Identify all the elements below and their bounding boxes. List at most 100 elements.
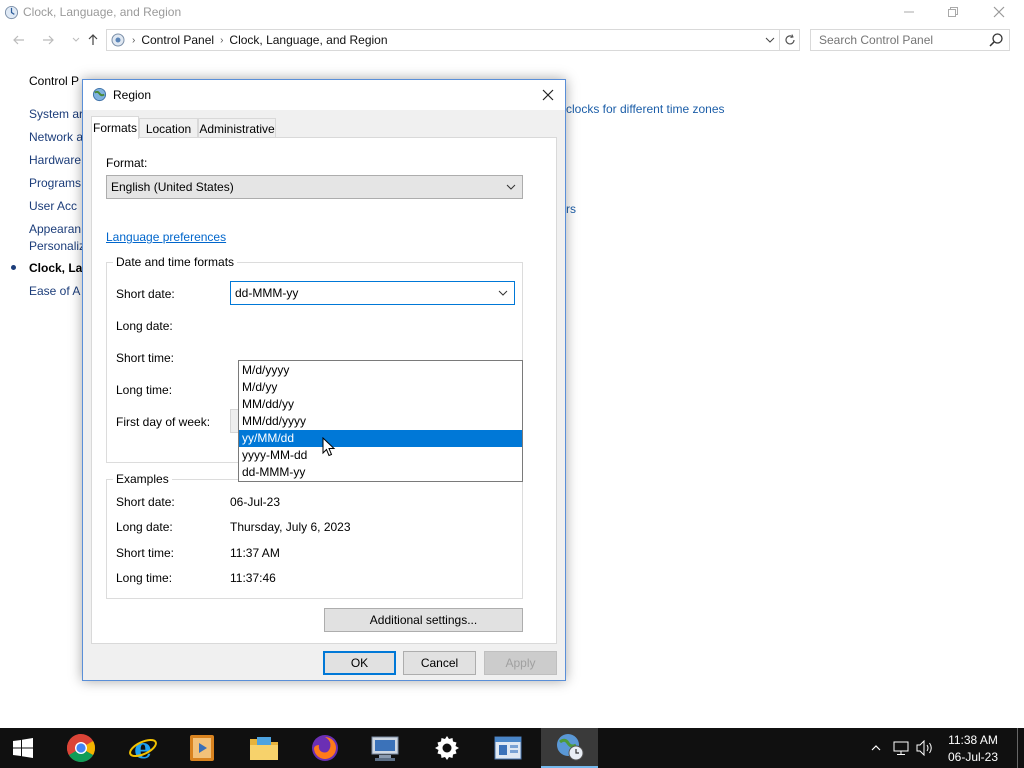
sidebar-item-appearance[interactable]: Appearan (29, 222, 81, 236)
example-long-time-label: Long time: (116, 571, 173, 585)
refresh-icon (784, 34, 795, 45)
window-title: Clock, Language, and Region (23, 5, 182, 19)
tray-volume[interactable] (914, 728, 936, 768)
short-date-value: dd-MMM-yy (235, 286, 299, 300)
dropdown-option-highlighted[interactable]: yy/MM/dd (239, 430, 522, 447)
format-value: English (United States) (111, 180, 234, 194)
tab-administrative[interactable]: Administrative (198, 118, 276, 138)
gear-icon (435, 736, 459, 760)
examples-title: Examples (113, 472, 172, 486)
dropdown-option[interactable]: MM/dd/yy (239, 396, 522, 413)
network-icon (893, 741, 909, 755)
sidebar-item-user-accounts[interactable]: User Acc (29, 199, 77, 213)
taskbar-settings[interactable] (423, 728, 471, 768)
format-select[interactable]: English (United States) (106, 175, 523, 199)
region-dialog: Region Formats Location Administrative F… (82, 79, 566, 681)
taskbar-network-app[interactable] (361, 728, 409, 768)
example-long-time-value: 11:37:46 (230, 571, 276, 585)
internet-explorer-icon: e (129, 733, 157, 763)
taskbar: e 11:38 AM 06-Jul-23 (0, 728, 1024, 768)
language-preferences-link[interactable]: Language preferences (106, 230, 226, 244)
breadcrumb-control-panel[interactable]: Control Panel (141, 33, 214, 47)
example-short-time-label: Short time: (116, 546, 175, 560)
dialog-close-button[interactable] (531, 80, 565, 110)
restore-button[interactable] (930, 0, 976, 24)
window-titlebar: Clock, Language, and Region (0, 0, 1024, 26)
minimize-button[interactable] (886, 0, 932, 24)
example-long-date-value: Thursday, July 6, 2023 (230, 520, 351, 534)
forward-button[interactable] (37, 30, 59, 50)
restore-icon (948, 7, 958, 17)
first-day-of-week-label: First day of week: (116, 415, 211, 429)
taskbar-clock[interactable]: 11:38 AM 06-Jul-23 (938, 732, 1008, 766)
apply-button[interactable]: Apply (484, 651, 557, 675)
short-date-label: Short date: (116, 287, 175, 301)
dropdown-option[interactable]: MM/dd/yyyy (239, 413, 522, 430)
start-button[interactable] (0, 728, 46, 768)
media-player-icon (190, 735, 214, 761)
chevron-up-icon (871, 745, 881, 751)
dialog-title: Region (113, 88, 152, 102)
sidebar-item-system[interactable]: System ar (29, 107, 83, 121)
close-button[interactable] (976, 0, 1022, 24)
up-button[interactable] (82, 30, 104, 50)
cancel-button[interactable]: Cancel (403, 651, 476, 675)
tab-location[interactable]: Location (139, 118, 198, 138)
arrow-up-icon (88, 34, 98, 45)
minimize-icon (904, 11, 914, 13)
ok-button[interactable]: OK (323, 651, 396, 675)
computer-network-icon (371, 736, 399, 761)
chevron-down-icon (498, 290, 508, 296)
tray-network[interactable] (890, 728, 912, 768)
dropdown-option[interactable]: M/d/yyyy (239, 362, 522, 379)
sidebar-item-home[interactable]: Control P (29, 74, 79, 88)
firefox-icon (312, 735, 338, 761)
sidebar-item-ease-of-access[interactable]: Ease of A (29, 284, 80, 298)
dropdown-option[interactable]: yyyy-MM-dd (239, 447, 522, 464)
short-time-label: Short time: (116, 351, 175, 365)
short-date-select[interactable]: dd-MMM-yy (230, 281, 515, 305)
sidebar-item-network[interactable]: Network a (29, 130, 83, 144)
address-box[interactable]: › Control Panel › Clock, Language, and R… (106, 29, 780, 51)
sidebar-item-hardware[interactable]: Hardware (29, 153, 81, 167)
search-input[interactable] (810, 29, 1010, 51)
dropdown-option[interactable]: dd-MMM-yy (239, 464, 522, 481)
refresh-button[interactable] (780, 29, 800, 51)
tray-overflow-button[interactable] (868, 728, 884, 768)
back-button[interactable] (8, 30, 30, 50)
address-bar: › Control Panel › Clock, Language, and R… (0, 28, 1024, 52)
sidebar-item-personalization[interactable]: Personaliz (29, 239, 85, 253)
taskbar-ie[interactable]: e (119, 728, 167, 768)
folder-icon (250, 737, 278, 760)
clock-date: 06-Jul-23 (947, 750, 999, 764)
search-icon[interactable] (988, 32, 1004, 48)
control-panel-icon (111, 33, 125, 47)
show-desktop-button[interactable] (1017, 728, 1018, 768)
taskbar-file-explorer[interactable] (240, 728, 288, 768)
format-label: Format: (106, 156, 148, 170)
control-panel-icon (4, 5, 19, 20)
link-partial[interactable]: rs (566, 202, 576, 216)
close-icon (993, 6, 1005, 18)
example-short-time-value: 11:37 AM (230, 546, 280, 560)
chevron-down-icon[interactable] (765, 35, 775, 45)
chrome-icon (67, 734, 95, 762)
additional-settings-button[interactable]: Additional settings... (324, 608, 523, 632)
taskbar-control-panel[interactable] (484, 728, 532, 768)
examples-group: Examples Short date: 06-Jul-23 Long date… (106, 472, 523, 599)
chevron-right-icon: › (220, 34, 224, 46)
sidebar-item-programs[interactable]: Programs (29, 176, 81, 190)
taskbar-firefox[interactable] (301, 728, 349, 768)
sidebar-item-clock[interactable]: Clock, La (29, 261, 82, 275)
taskbar-region[interactable] (541, 728, 598, 768)
speaker-icon (916, 740, 932, 756)
tab-formats[interactable]: Formats (91, 116, 139, 139)
svg-text:e: e (134, 733, 152, 763)
link-clocks-time-zones[interactable]: clocks for different time zones (566, 102, 725, 116)
close-icon (542, 89, 554, 101)
breadcrumb-clock-language-region[interactable]: Clock, Language, and Region (229, 33, 387, 47)
taskbar-chrome[interactable] (57, 728, 105, 768)
dropdown-option[interactable]: M/d/yy (239, 379, 522, 396)
taskbar-media[interactable] (178, 728, 226, 768)
arrow-right-icon (43, 35, 54, 45)
